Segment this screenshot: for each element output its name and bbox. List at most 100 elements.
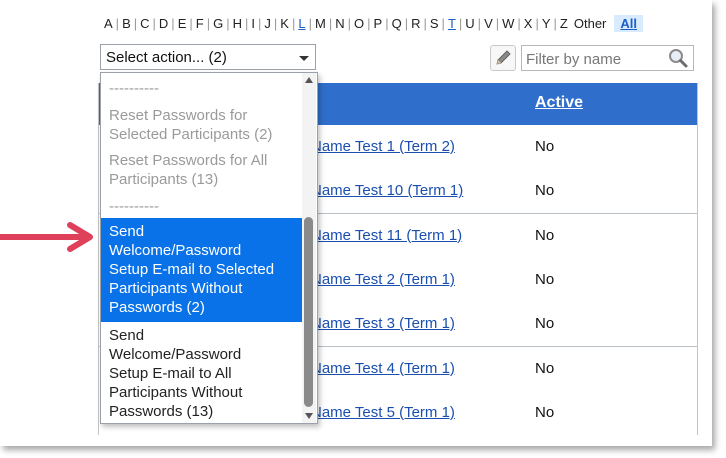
letter-separator: | <box>308 15 312 31</box>
letter-filter-x[interactable]: X <box>524 16 533 31</box>
dropdown-separator: ---------- <box>101 197 303 215</box>
letter-filter-g[interactable]: G <box>213 16 223 31</box>
dropdown-option-line: Selected Participants (2) <box>109 126 273 143</box>
letter-filter-p[interactable]: P <box>374 16 383 31</box>
letter-filter-w[interactable]: W <box>502 16 514 31</box>
dropdown-option: Reset Passwords for All Participants (13) <box>101 151 303 191</box>
letter-separator: | <box>171 15 175 31</box>
dropdown-option-line: Welcome/Password <box>109 242 242 259</box>
active-status: No <box>535 315 555 333</box>
dropdown-option: Reset Passwords for Selected Participants… <box>101 106 303 146</box>
letter-filter-m[interactable]: M <box>315 16 326 31</box>
letter-filter-v[interactable]: V <box>484 16 493 31</box>
letter-separator: | <box>226 15 230 31</box>
letter-separator: | <box>273 15 278 31</box>
active-status: No <box>535 138 555 155</box>
letter-filter-other[interactable]: Other <box>574 16 607 31</box>
dropdown-separator: ---------- <box>101 79 303 97</box>
letter-filter-j[interactable]: J <box>264 16 271 31</box>
active-status: No <box>535 359 555 377</box>
dropdown-option-line: ---------- <box>109 198 159 215</box>
participant-name-link[interactable]: Name Test 10 (Term 1) <box>311 182 463 199</box>
scroll-up-icon[interactable] <box>305 77 313 83</box>
dropdown-option-line: Send <box>109 327 145 344</box>
dropdown-option-line: Setup E-mail to Selected <box>109 261 275 278</box>
letter-filter-all[interactable]: All <box>614 14 644 32</box>
letter-filter-t[interactable]: T <box>448 16 456 31</box>
letter-filter-e[interactable]: E <box>178 16 187 31</box>
chevron-down-icon[interactable] <box>299 56 309 61</box>
participant-name-link[interactable]: Name Test 1 (Term 2) <box>311 138 455 155</box>
letter-filter-q[interactable]: Q <box>392 16 402 31</box>
active-status: No <box>535 182 555 200</box>
participant-name-link[interactable]: Name Test 2 (Term 1) <box>311 271 455 288</box>
search-icon[interactable] <box>666 47 690 69</box>
column-header-active[interactable]: Active <box>535 94 583 112</box>
letter-separator: | <box>258 15 262 31</box>
dropdown-option-line: ---------- <box>109 80 159 97</box>
letter-separator: | <box>553 15 557 31</box>
dropdown-scrollbar[interactable] <box>302 73 316 423</box>
letter-separator: | <box>423 15 427 31</box>
letter-filter-c[interactable]: C <box>140 16 149 31</box>
pencil-icon <box>496 50 511 65</box>
letter-filter-f[interactable]: F <box>196 16 204 31</box>
letter-separator: | <box>495 15 500 31</box>
participant-name-link[interactable]: Name Test 5 (Term 1) <box>311 404 455 421</box>
letter-filter-o[interactable]: O <box>354 16 364 31</box>
scroll-thumb[interactable] <box>304 217 313 407</box>
participant-name-link[interactable]: Name Test 3 (Term 1) <box>311 315 455 332</box>
dropdown-option-line: Setup E-mail to All <box>109 365 232 382</box>
letter-separator: | <box>152 15 156 31</box>
dropdown-option-line: Reset Passwords for <box>109 107 248 124</box>
edit-button[interactable] <box>490 45 516 71</box>
dropdown-option[interactable]: Send Welcome/Password Setup E-mail to Sele… <box>101 218 303 322</box>
active-status: No <box>535 403 555 421</box>
action-dropdown-list[interactable]: ---------- Reset Passwords for Selected Pa… <box>100 72 318 424</box>
letter-filter-i[interactable]: I <box>251 16 255 31</box>
action-select[interactable]: Select action... (2) <box>100 44 316 70</box>
letter-filter-y[interactable]: Y <box>542 16 551 31</box>
participant-name-link[interactable]: Name Test 4 (Term 1) <box>311 360 455 377</box>
dropdown-option-line: Participants (13) <box>109 171 219 188</box>
letter-separator: | <box>115 15 120 31</box>
letter-separator: | <box>367 15 371 31</box>
dropdown-option-line: Reset Passwords for All <box>109 152 268 169</box>
action-select-value: Select action... (2) <box>106 49 227 66</box>
letter-filter-s[interactable]: S <box>430 16 439 31</box>
letter-separator: | <box>517 15 521 31</box>
letter-separator: | <box>189 15 193 31</box>
letter-separator: | <box>133 15 138 31</box>
scroll-down-icon[interactable] <box>305 413 313 419</box>
dropdown-option-line: Participants Without <box>109 384 243 401</box>
dropdown-option-line: Welcome/Password <box>109 346 242 363</box>
letter-filter-a[interactable]: A <box>104 16 113 31</box>
letter-separator: | <box>347 15 351 31</box>
letter-separator: | <box>206 15 211 31</box>
letter-separator: | <box>535 15 539 31</box>
letter-filter-u[interactable]: U <box>465 16 474 31</box>
letter-filter-h[interactable]: H <box>233 16 242 31</box>
letter-filter-k[interactable]: K <box>280 16 289 31</box>
arrow-annotation <box>0 222 93 252</box>
dropdown-option-line: Passwords (13) <box>109 403 214 420</box>
active-status: No <box>535 270 555 288</box>
letter-filter-b[interactable]: B <box>122 16 131 31</box>
letter-separator: | <box>404 15 409 31</box>
dropdown-option[interactable]: Send Welcome/Password Setup E-mail to All P… <box>101 323 303 421</box>
letter-separator: | <box>477 15 482 31</box>
letter-separator: | <box>441 15 445 31</box>
dropdown-option-line: Send <box>109 223 145 240</box>
dropdown-option-line: Participants Without <box>109 280 243 297</box>
active-status: No <box>535 226 555 244</box>
dropdown-option-line: Passwords (2) <box>109 299 205 316</box>
letter-filter-n[interactable]: N <box>335 16 344 31</box>
participant-name-link[interactable]: Name Test 11 (Term 1) <box>311 227 462 244</box>
letter-separator: | <box>245 15 249 31</box>
letter-filter-r[interactable]: R <box>411 16 420 31</box>
letter-filter-d[interactable]: D <box>159 16 168 31</box>
letter-filter-z[interactable]: Z <box>560 16 568 31</box>
letter-separator: | <box>328 15 333 31</box>
letter-filter-l[interactable]: L <box>298 16 305 31</box>
letter-separator: | <box>458 15 463 31</box>
